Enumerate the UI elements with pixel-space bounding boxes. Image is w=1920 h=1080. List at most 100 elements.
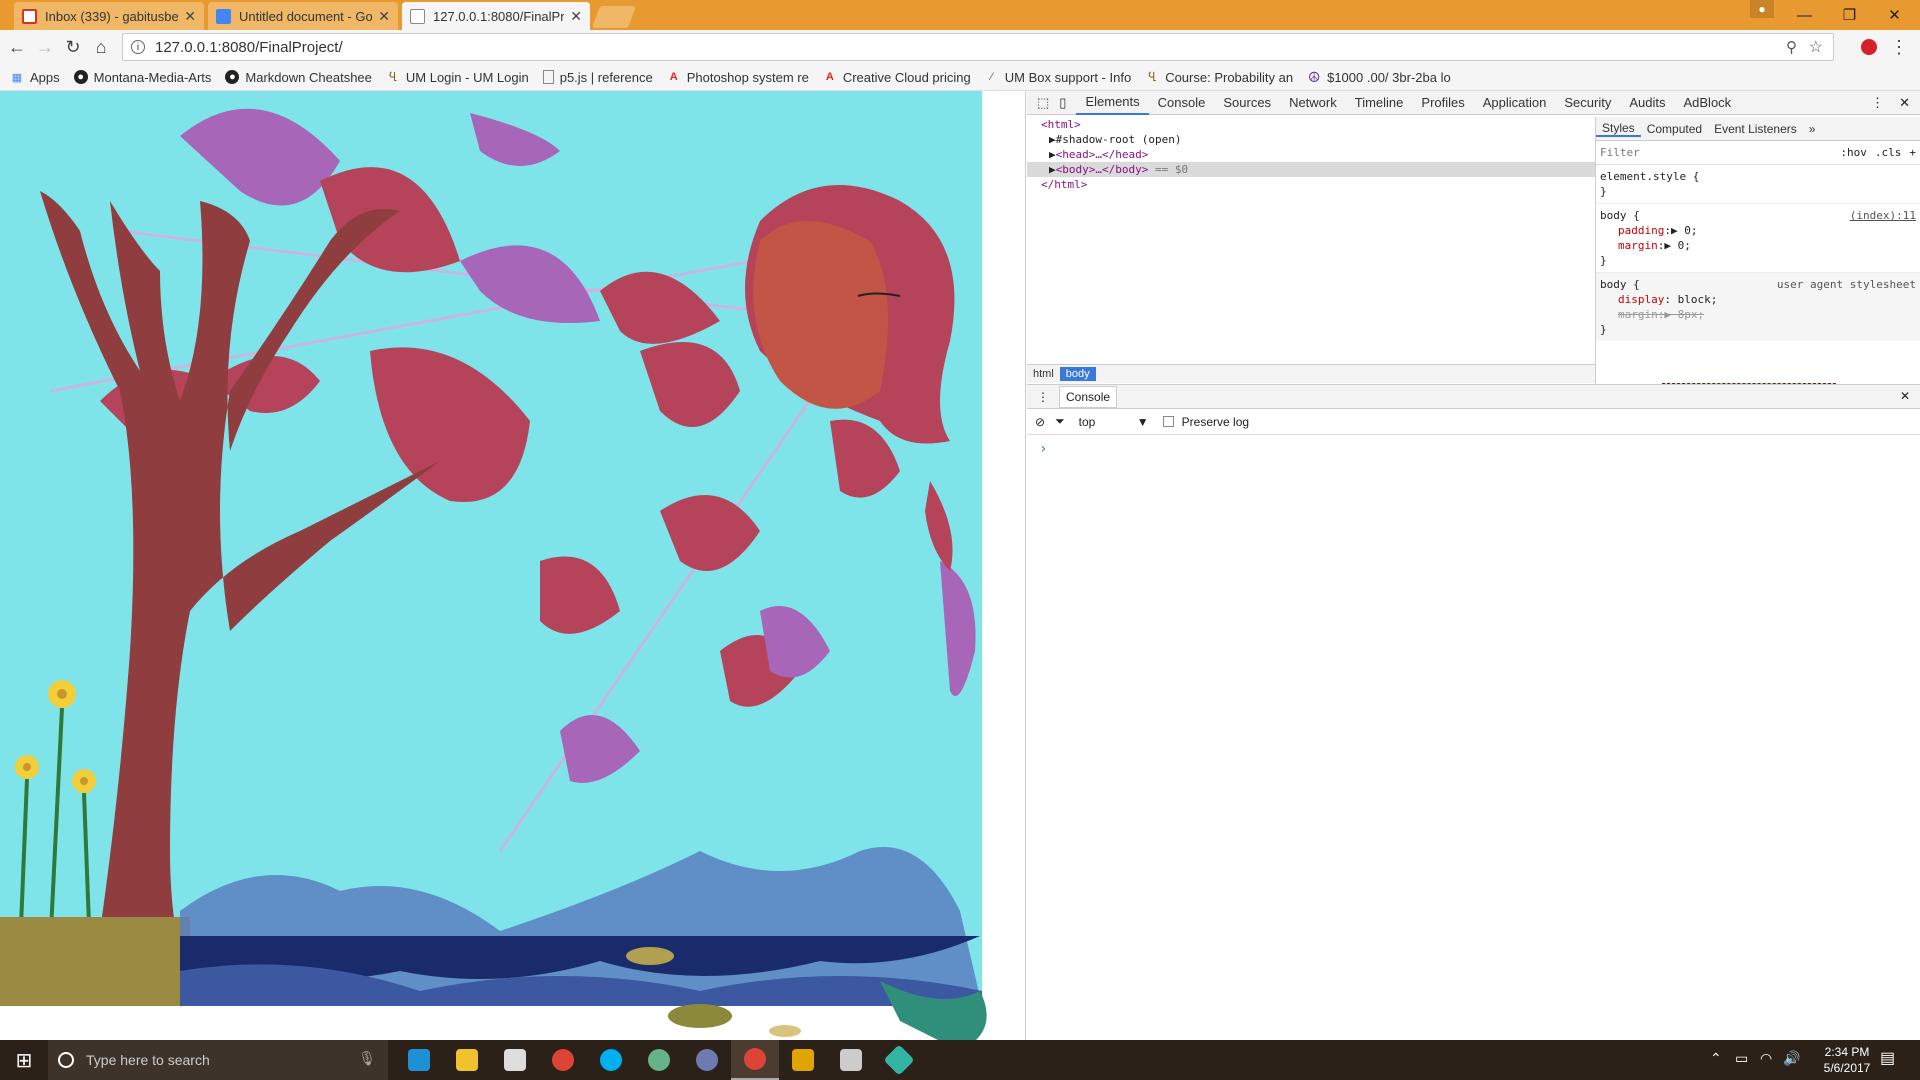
tab-inbox[interactable]: Inbox (339) - gabitusberr ✕ (14, 2, 204, 30)
rule-element-style: element.style { } (1596, 165, 1920, 204)
device-toolbar-icon[interactable]: ▯ (1055, 91, 1076, 115)
css-property[interactable]: margin:▶ 0; (1600, 238, 1916, 253)
expand-arrow-icon[interactable]: ▶ (1049, 163, 1056, 176)
tab-computed[interactable]: Computed (1641, 122, 1708, 136)
bookmark-markdown-cheatsheet[interactable]: ● Markdown Cheatshee (225, 70, 372, 85)
dom-node-shadow-root[interactable]: ▶#shadow-root (open) (1041, 132, 1595, 147)
atom-icon[interactable] (635, 1040, 683, 1080)
battery-icon[interactable]: ▭ (1735, 1050, 1748, 1067)
bookmark-photoshop[interactable]: A Photoshop system re (667, 70, 809, 85)
browser-toolbar: ← → ↻ ⌂ i 127.0.0.1:8080/FinalProject/ ⚲… (0, 30, 1920, 64)
profile-icon[interactable]: ● (1750, 0, 1774, 18)
store-icon[interactable] (491, 1040, 539, 1080)
adblock-icon[interactable] (1856, 34, 1882, 60)
inspect-element-icon[interactable]: ⬚ (1027, 91, 1055, 115)
bookmark-creative-cloud[interactable]: A Creative Cloud pricing (823, 70, 971, 85)
rule-source-link[interactable]: (index):11 (1850, 208, 1916, 223)
close-icon[interactable]: ✕ (378, 8, 390, 25)
preserve-log-label: Preserve log (1181, 414, 1250, 429)
tab-timeline[interactable]: Timeline (1346, 91, 1413, 115)
home-icon[interactable]: ⌂ (88, 34, 114, 60)
skype-icon[interactable] (587, 1040, 635, 1080)
forward-arrow-icon[interactable]: → (32, 34, 58, 60)
tab-adblock[interactable]: AdBlock (1674, 91, 1740, 115)
windows-start-icon[interactable]: ⊞ (0, 1040, 48, 1080)
chrome-active-icon[interactable] (731, 1040, 779, 1080)
dom-node-body[interactable]: ▶<body>…</body> == $0 (1027, 162, 1595, 177)
tab-styles[interactable]: Styles (1596, 121, 1641, 137)
close-devtools-icon[interactable]: ✕ (1899, 95, 1910, 111)
dom-node-html[interactable]: <html> (1041, 117, 1595, 132)
cls-toggle[interactable]: .cls (1875, 146, 1902, 159)
close-drawer-icon[interactable]: ✕ (1900, 389, 1910, 403)
crumb-html[interactable]: html (1027, 368, 1060, 380)
console-prompt[interactable]: › (1027, 435, 1920, 463)
crumb-body[interactable]: body (1059, 367, 1096, 381)
bookmark-course[interactable]: Ⴁ Course: Probability an (1145, 70, 1293, 85)
more-tabs-icon[interactable]: » (1803, 122, 1822, 136)
reload-icon[interactable]: ↻ (60, 34, 86, 60)
tab-application[interactable]: Application (1474, 91, 1556, 115)
zoom-icon[interactable]: ⚲ (1786, 38, 1797, 56)
tab-network[interactable]: Network (1280, 91, 1346, 115)
new-tab-button[interactable] (591, 6, 637, 28)
devtools-menu-icon[interactable]: ⋮ (1871, 95, 1884, 111)
bookmark-p5js[interactable]: p5.js | reference (542, 70, 653, 85)
browser-title-bar: Inbox (339) - gabitusberr ✕ Untitled doc… (0, 0, 1920, 30)
clock[interactable]: 2:34 PM 5/6/2017 (1812, 1044, 1882, 1076)
context-select[interactable]: top ▼ (1079, 415, 1149, 429)
filter-icon[interactable]: ⏷ (1055, 414, 1065, 429)
clear-console-icon[interactable]: ⊘ (1035, 415, 1045, 429)
dom-node-head[interactable]: ▶<head>…</head> (1041, 147, 1595, 162)
action-center-icon[interactable]: ▤ (1880, 1048, 1895, 1068)
microphone-icon[interactable]: 🎙 (358, 1050, 376, 1067)
tab-finalproject[interactable]: 127.0.0.1:8080/FinalProje ✕ (402, 2, 590, 30)
search-box[interactable]: Type here to search 🎙 (48, 1040, 388, 1080)
close-icon[interactable]: ✕ (570, 8, 582, 25)
minimize-button[interactable]: — (1782, 0, 1827, 30)
tab-console[interactable]: Console (1149, 91, 1215, 115)
expand-arrow-icon[interactable]: ▶ (1049, 148, 1056, 161)
tab-profiles[interactable]: Profiles (1412, 91, 1473, 115)
notepad-icon[interactable] (827, 1040, 875, 1080)
bookmark-apps[interactable]: ▦ Apps (10, 70, 60, 85)
fez-icon[interactable] (779, 1040, 827, 1080)
tab-security[interactable]: Security (1555, 91, 1620, 115)
show-hidden-icons-icon[interactable]: ⌃ (1710, 1050, 1722, 1067)
wifi-icon[interactable]: ◠ (1760, 1050, 1772, 1067)
restore-button[interactable]: ❐ (1827, 0, 1872, 30)
menu-icon[interactable]: ⋮ (1886, 34, 1912, 60)
tab-sources[interactable]: Sources (1214, 91, 1280, 115)
adobe-icon: A (669, 71, 678, 83)
chrome-icon[interactable] (539, 1040, 587, 1080)
close-icon[interactable]: ✕ (184, 8, 196, 25)
expand-arrow-icon[interactable]: ▶ (1049, 133, 1056, 146)
tab-elements[interactable]: Elements (1076, 91, 1149, 115)
hov-toggle[interactable]: :hov (1840, 146, 1867, 159)
edge-icon[interactable] (395, 1040, 443, 1080)
tab-audits[interactable]: Audits (1620, 91, 1674, 115)
tab-event-listeners[interactable]: Event Listeners (1708, 122, 1803, 136)
address-bar[interactable]: i 127.0.0.1:8080/FinalProject/ ⚲ ☆ (122, 33, 1834, 61)
p5-sketch-canvas[interactable] (0, 91, 1026, 1040)
add-rule-icon[interactable]: + (1909, 146, 1916, 159)
star-icon[interactable]: ☆ (1809, 37, 1823, 57)
globe-app-icon[interactable] (683, 1040, 731, 1080)
bookmark-montana-media-arts[interactable]: ● Montana-Media-Arts (73, 70, 211, 85)
info-icon[interactable]: i (131, 40, 145, 54)
styles-filter-input[interactable] (1600, 146, 1841, 159)
preserve-log-checkbox[interactable] (1162, 416, 1174, 427)
back-arrow-icon[interactable]: ← (4, 34, 30, 60)
gitkraken-icon[interactable] (875, 1040, 923, 1080)
bookmark-um-box[interactable]: ⁄ UM Box support - Info (985, 70, 1131, 85)
bookmark-um-login[interactable]: Ⴁ UM Login - UM Login (386, 70, 529, 85)
tab-docs[interactable]: Untitled document - Goo ✕ (208, 2, 398, 30)
bookmark-rental[interactable]: ☮ $1000 .00/ 3br-2ba lo (1307, 69, 1451, 85)
address-text: 127.0.0.1:8080/FinalProject/ (155, 38, 343, 56)
close-window-button[interactable]: ✕ (1872, 0, 1917, 30)
file-explorer-icon[interactable] (443, 1040, 491, 1080)
css-property[interactable]: padding:▶ 0; (1600, 223, 1916, 238)
volume-icon[interactable]: 🔊 (1783, 1050, 1800, 1067)
drawer-menu-icon[interactable]: ⋮ (1027, 390, 1059, 404)
drawer-tab-console[interactable]: Console (1059, 385, 1118, 408)
